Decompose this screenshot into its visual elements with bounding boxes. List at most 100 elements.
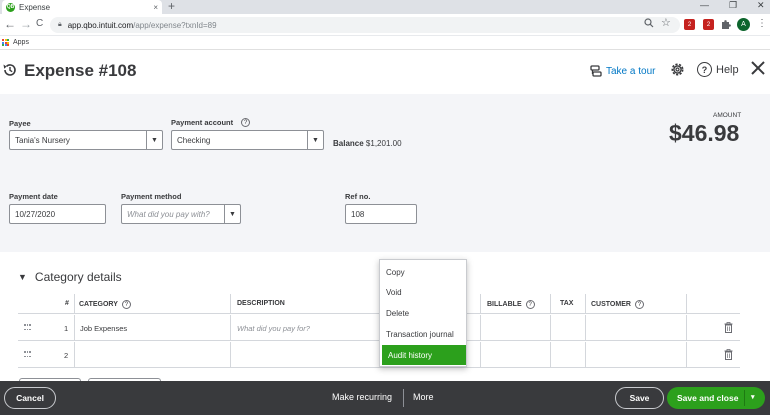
payee-select[interactable]: Tania's Nursery ▼ [9,130,163,150]
history-icon[interactable] [2,62,18,78]
col-divider [550,315,551,340]
category-details-heading: Category details [34,270,122,284]
take-a-tour-link[interactable]: Take a tour [589,64,655,78]
balance-label: Balance [333,139,364,148]
cancel-button[interactable]: Cancel [4,387,56,409]
payment-account-select[interactable]: Checking ▼ [171,130,324,150]
page-title: Expense #108 [24,61,137,80]
help-circle-icon[interactable]: ? [634,300,644,309]
save-and-close-button[interactable]: Save and close ▾ [667,387,765,409]
bookmark-apps[interactable]: Apps [13,39,29,46]
col-category-label: CATEGORY [79,301,118,308]
footer-bar: Cancel Make recurring More Save [0,381,770,415]
col-divider [686,294,687,313]
chevron-down-icon[interactable]: ▼ [307,131,323,149]
extension-badge-icon[interactable]: 2 [703,19,714,30]
url-input[interactable]: 🔒︎ app.qbo.intuit.com/app/expense?txnId=… [50,17,680,33]
col-divider [585,315,586,340]
take-a-tour-label: Take a tour [606,65,656,77]
col-divider [74,342,75,367]
help-circle-icon[interactable]: ? [241,118,251,127]
menu-item-void[interactable]: Void [380,282,466,302]
row-description[interactable]: What did you pay for? [237,315,310,341]
make-recurring-button[interactable]: Make recurring [332,392,392,402]
lock-icon: 🔒︎ [58,21,62,28]
balance-text: Balance $1,201.00 [333,139,402,148]
menu-item-delete[interactable]: Delete [380,303,466,323]
col-divider [480,315,481,340]
trash-icon[interactable] [724,349,733,360]
payee-label: Payee [9,119,31,128]
apps-grid-icon[interactable] [2,39,9,46]
menu-item-copy[interactable]: Copy [380,262,466,282]
forward-arrow-icon[interactable]: → [20,17,32,31]
save-button[interactable]: Save [615,387,664,409]
browser-tab[interactable]: QB Expense × [2,0,162,14]
col-num: # [65,300,69,307]
row-category[interactable]: Job Expenses [80,315,127,341]
col-divider [550,342,551,367]
menu-item-transaction-journal[interactable]: Transaction journal [380,324,466,344]
split-divider [744,390,745,406]
chevron-down-icon[interactable]: ▾ [751,393,755,401]
window-minimize-button[interactable]: — [700,0,709,10]
close-icon[interactable] [750,60,766,76]
tab-title: Expense [19,2,51,12]
ref-no-input[interactable]: 108 [345,204,417,224]
category-details-toggle[interactable]: ▼ Category details [18,270,122,284]
window-close-button[interactable]: ✕ [757,0,765,11]
browser-address-bar: ← → C 🔒︎ app.qbo.intuit.com/app/expense?… [0,14,770,36]
footer-separator [403,389,404,407]
window-maximize-button[interactable]: ❐ [729,0,737,11]
ref-no-value: 108 [351,209,365,219]
col-divider [585,294,586,313]
menu-item-audit-history[interactable]: Audit history [382,345,466,365]
col-billable: BILLABLE ? [487,300,535,309]
balance-value: $1,201.00 [365,139,402,148]
extension-badge-icon[interactable]: 2 [684,19,695,30]
col-divider [550,294,551,313]
col-billable-label: BILLABLE [487,301,522,308]
gear-icon[interactable] [669,61,686,78]
new-tab-button[interactable]: + [168,0,175,13]
payment-date-input[interactable]: 10/27/2020 [9,204,106,224]
col-description: DESCRIPTION [237,300,285,307]
help-circle-icon[interactable]: ? [525,300,535,309]
help-circle-icon[interactable]: ? [121,300,131,309]
reload-icon[interactable]: C [36,18,43,29]
profile-avatar[interactable]: A [737,18,750,31]
extensions-puzzle-icon[interactable] [720,19,731,30]
col-divider [480,342,481,367]
browser-menu-icon[interactable]: ⋮ [757,18,767,29]
drag-handle-icon[interactable] [24,351,31,359]
col-category: CATEGORY ? [79,300,131,309]
back-arrow-icon[interactable]: ← [4,17,16,31]
more-menu: Copy Void Delete Transaction journal Aud… [379,259,467,367]
browser-tab-bar: QB Expense × + — ❐ ✕ [0,0,770,14]
drag-handle-icon[interactable] [24,324,31,332]
help-button[interactable]: ? Help [697,62,739,77]
amount-value: $46.98 [669,120,740,146]
chevron-down-icon[interactable]: ▼ [224,205,240,223]
bookmark-star-icon[interactable]: ☆ [661,16,671,29]
more-button[interactable]: More [413,392,434,402]
help-label: Help [716,63,739,76]
col-tax: TAX [560,300,574,307]
payment-method-select[interactable]: What did you pay with? ▼ [121,204,241,224]
tour-icon [590,65,602,77]
col-divider [686,315,687,340]
collapse-triangle-icon: ▼ [18,272,27,282]
payment-account-value: Checking [177,135,211,145]
trash-icon[interactable] [724,322,733,333]
row-num: 2 [64,350,69,360]
tab-close-icon[interactable]: × [153,3,158,12]
zoom-icon[interactable] [644,18,654,28]
page-header: Expense #108 Take a tour ? Help [0,50,770,94]
amount-label: AMOUNT [713,112,742,119]
col-divider [74,315,75,340]
save-and-close-label: Save and close [677,393,739,403]
payment-account-label: Payment account ? [171,118,251,127]
chevron-down-icon[interactable]: ▼ [146,131,162,149]
ref-no-label: Ref no. [345,192,371,201]
col-divider [585,342,586,367]
